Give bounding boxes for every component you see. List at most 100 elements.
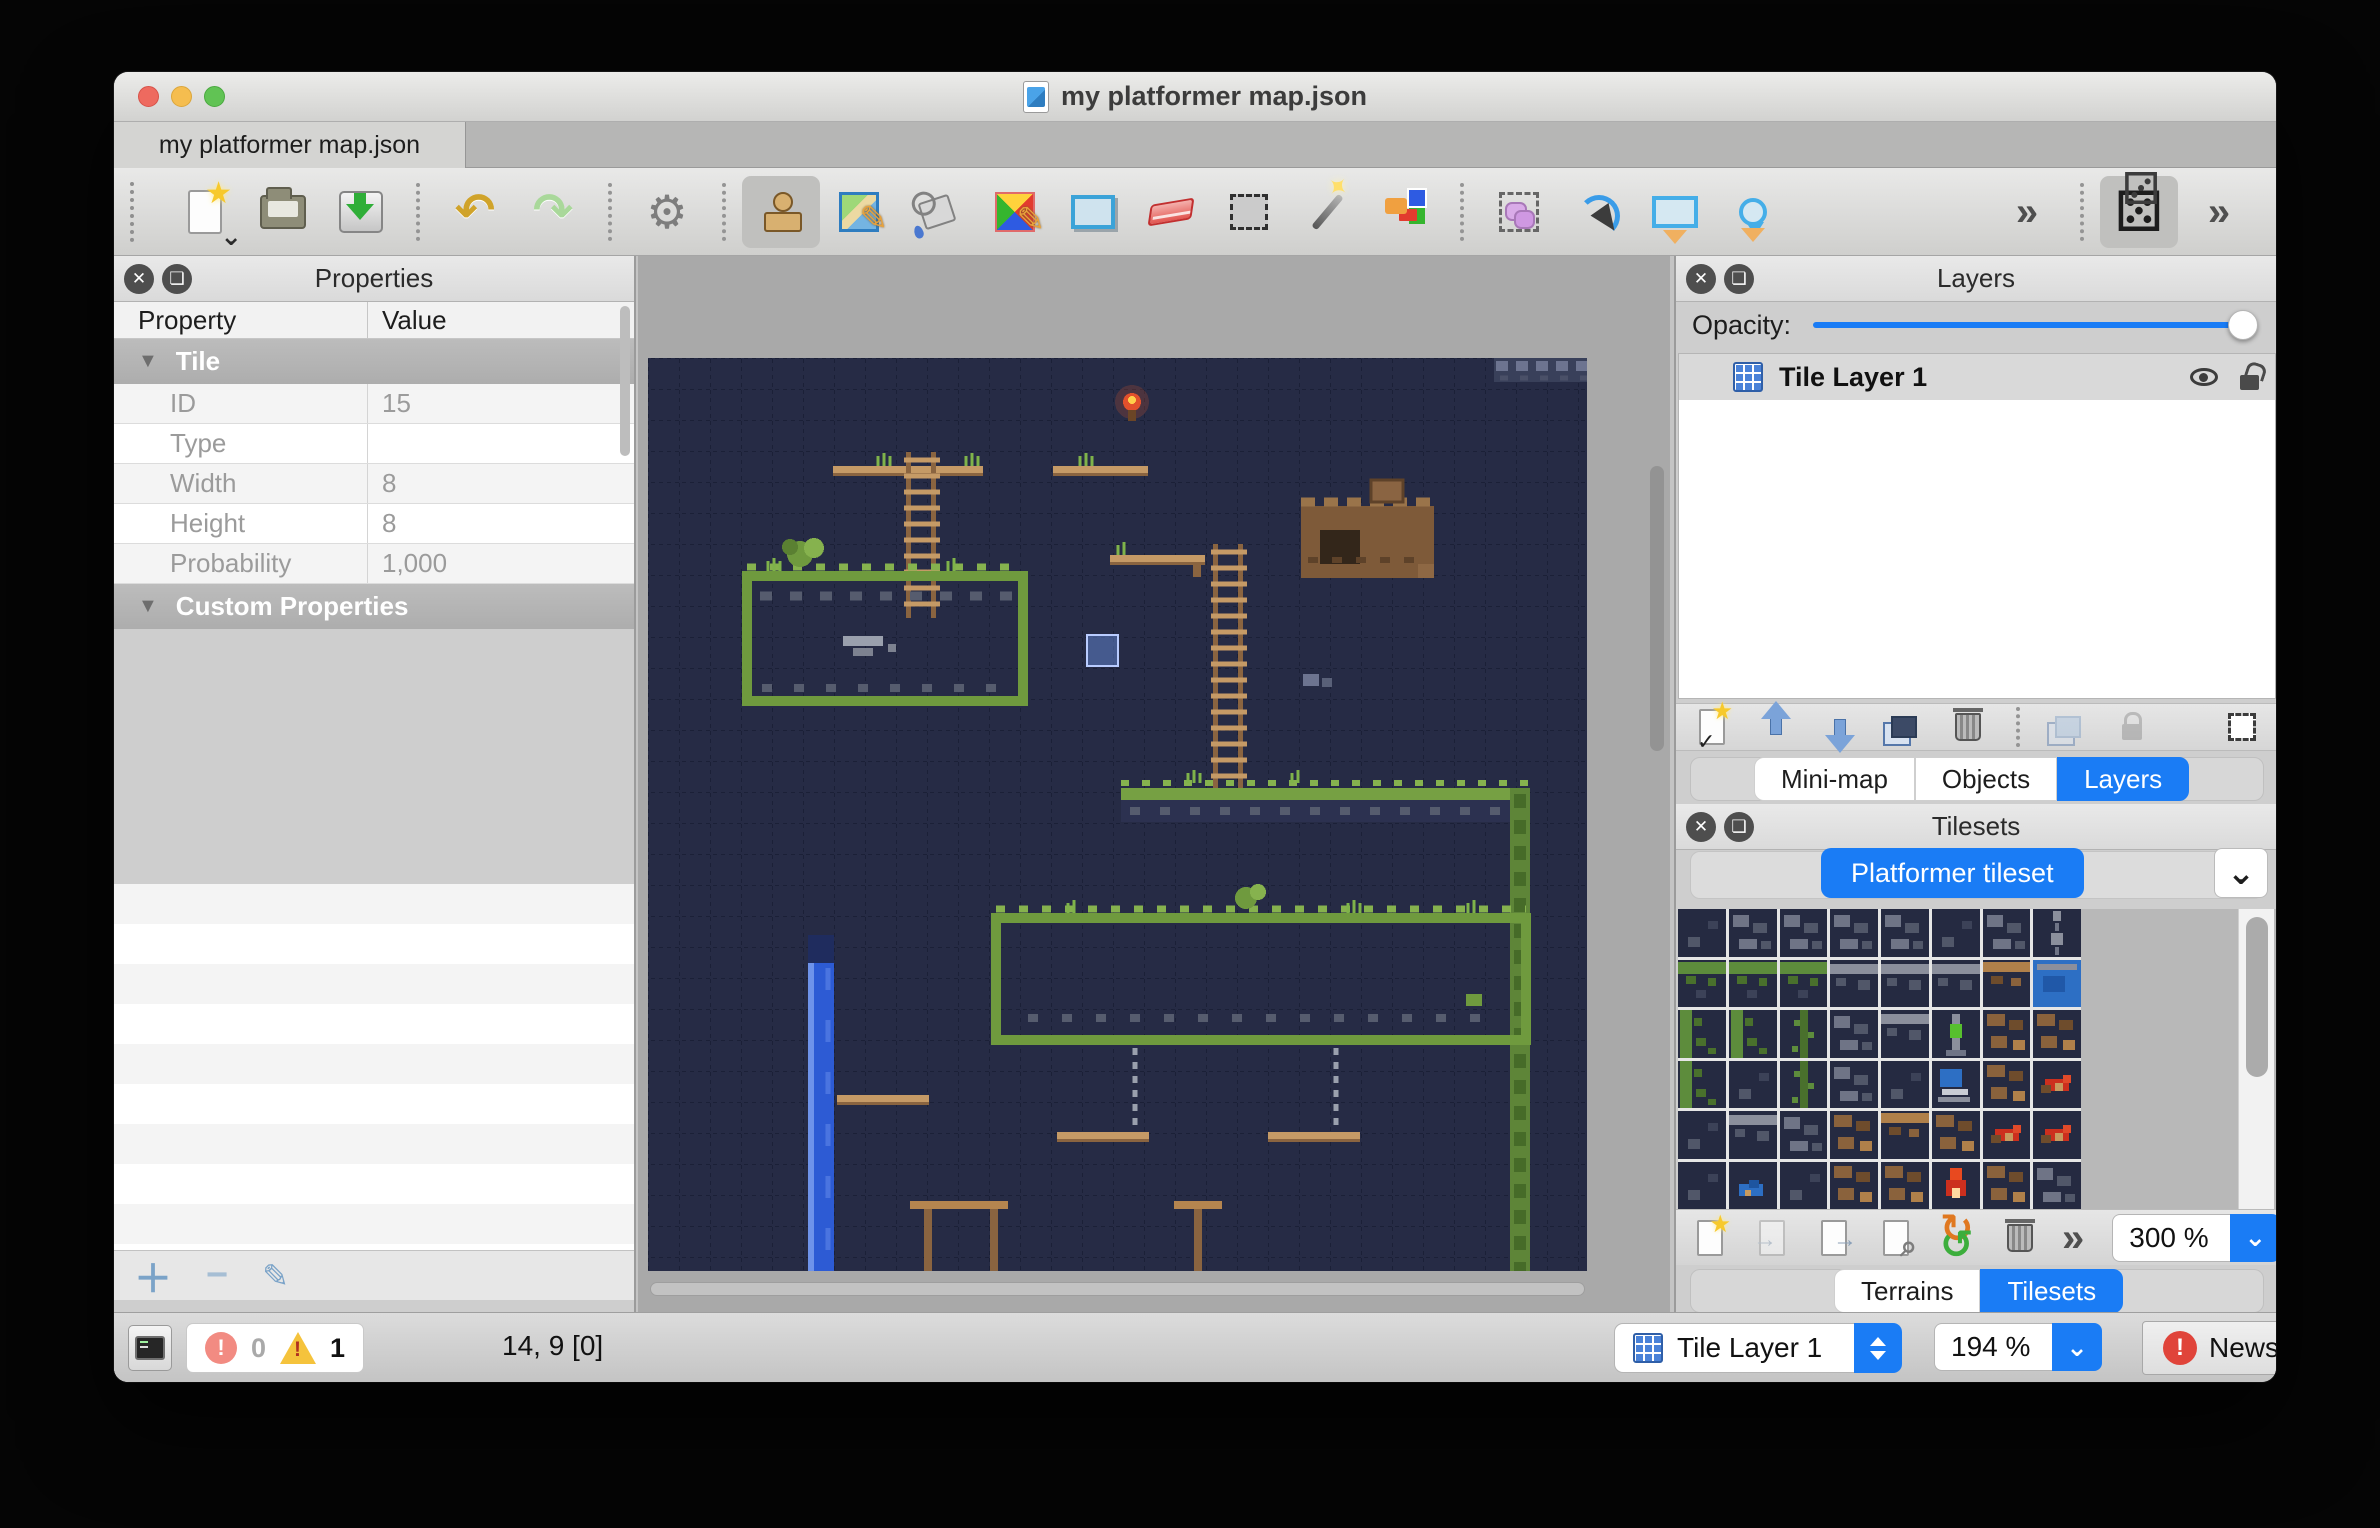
tool-same-tile-select[interactable] [1366, 176, 1444, 248]
tileset-tile[interactable] [1678, 1162, 1726, 1210]
map-canvas[interactable] [648, 358, 1587, 1271]
property-row[interactable]: Type [114, 424, 634, 464]
news-button[interactable]: ! News [2142, 1321, 2276, 1375]
tileset-tile[interactable] [1983, 1061, 2031, 1109]
tileset-tile[interactable] [1881, 1162, 1929, 1210]
tool-shape-fill[interactable] [976, 176, 1054, 248]
tileset-tile[interactable] [2033, 1061, 2081, 1109]
layer-visibility-icon[interactable] [2190, 368, 2218, 386]
tileset-tile[interactable] [1729, 1061, 1777, 1109]
tool-toolbar-overflow[interactable]: » [1986, 176, 2064, 248]
tileset-tile[interactable] [1881, 909, 1929, 957]
property-value[interactable] [367, 424, 634, 463]
tileset-tile[interactable] [1932, 909, 1980, 957]
float-panel-icon[interactable]: ❏ [1724, 812, 1754, 842]
tileset-tile[interactable] [1678, 909, 1726, 957]
tileset-tile[interactable] [1678, 1061, 1726, 1109]
tileset-view[interactable] [1678, 909, 2276, 1209]
raise-layer-button[interactable] [1756, 707, 1796, 747]
tileset-tile[interactable] [1830, 1162, 1878, 1210]
close-panel-icon[interactable]: ✕ [1686, 264, 1716, 294]
tool-magic-wand[interactable] [1288, 176, 1366, 248]
tileset-scrollbar[interactable] [2238, 909, 2274, 1209]
property-value[interactable]: 8 [367, 464, 634, 503]
tileset-tile[interactable] [1729, 1010, 1777, 1058]
minimize-window-button[interactable] [171, 86, 192, 107]
tileset-tile[interactable] [1881, 1061, 1929, 1109]
merge-layer-button[interactable] [2048, 707, 2088, 747]
close-panel-icon[interactable]: ✕ [124, 264, 154, 294]
map-zoom-combo[interactable]: 194 % ⌄ [1934, 1323, 2102, 1371]
tileset-tile[interactable] [1983, 1162, 2031, 1210]
console-button[interactable] [128, 1325, 172, 1371]
layer-stepper[interactable] [1854, 1323, 1902, 1373]
properties-scrollbar[interactable] [620, 306, 630, 456]
tileset-tile[interactable] [1678, 960, 1726, 1008]
opacity-slider[interactable] [1813, 322, 2254, 328]
remove-property-button[interactable]: − [206, 1254, 228, 1297]
close-panel-icon[interactable]: ✕ [1686, 812, 1716, 842]
add-property-button[interactable]: ＋ [134, 1248, 172, 1303]
tileset-tile[interactable] [1881, 960, 1929, 1008]
tool-rect-select[interactable] [1210, 176, 1288, 248]
tileset-tile[interactable] [1780, 960, 1828, 1008]
tileset-tile[interactable] [1729, 1111, 1777, 1159]
map-zoom-dropdown[interactable]: ⌄ [2052, 1323, 2102, 1371]
canvas-vertical-scrollbar[interactable] [1650, 466, 1664, 751]
tileset-tile[interactable] [1780, 1162, 1828, 1210]
tool-save-file[interactable] [322, 176, 400, 248]
tileset-tile[interactable] [1983, 1010, 2031, 1058]
tool-new-file[interactable] [166, 176, 244, 248]
tileset-tile[interactable] [1881, 1111, 1929, 1159]
tool-open-file[interactable] [244, 176, 322, 248]
property-group-tile[interactable]: ▼Tile [114, 339, 634, 384]
tileset-tile[interactable] [1932, 1010, 1980, 1058]
new-layer-button[interactable] [1692, 707, 1732, 747]
tileset-tile[interactable] [1830, 1010, 1878, 1058]
tool-insert-rectangle[interactable] [1636, 176, 1714, 248]
tileset-tile[interactable] [2033, 1111, 2081, 1159]
close-window-button[interactable] [138, 86, 159, 107]
tool-eraser[interactable] [1132, 176, 1210, 248]
property-value[interactable]: 8 [367, 504, 634, 543]
remove-tileset-button[interactable] [2000, 1218, 2040, 1258]
export-tileset-button[interactable] [1814, 1218, 1854, 1258]
map-view[interactable] [638, 256, 1670, 1312]
reload-tileset-button[interactable] [1938, 1218, 1978, 1258]
property-value[interactable]: 15 [367, 384, 634, 423]
tool-redo[interactable]: ↷ [514, 176, 592, 248]
tileset-menu-button[interactable]: ⌄ [2214, 848, 2268, 898]
tileset-tile[interactable] [1780, 1010, 1828, 1058]
tileset-tile[interactable] [1729, 1162, 1777, 1210]
edit-tileset-button[interactable] [1876, 1218, 1916, 1258]
tileset-tile[interactable] [1678, 1010, 1726, 1058]
tool-bucket-fill[interactable] [898, 176, 976, 248]
tab-tilesets[interactable]: Tilesets [1980, 1269, 2123, 1313]
duplicate-layer-button[interactable] [1884, 707, 1924, 747]
tool-edit-polygons[interactable] [1558, 176, 1636, 248]
tileset-overflow-icon[interactable]: » [2062, 1218, 2080, 1258]
lock-layer-button[interactable] [2112, 707, 2152, 747]
tool-undo[interactable]: ↶ [436, 176, 514, 248]
tileset-tile[interactable] [1830, 960, 1878, 1008]
float-panel-icon[interactable]: ❏ [162, 264, 192, 294]
tool-tools-overflow[interactable]: » [2178, 176, 2256, 248]
tileset-tile[interactable] [1830, 1061, 1878, 1109]
tab-mini-map[interactable]: Mini-map [1754, 757, 1915, 801]
tab-terrains[interactable]: Terrains [1834, 1269, 1980, 1313]
collapse-icon[interactable]: ▼ [138, 595, 158, 618]
layer-row[interactable]: Tile Layer 1 [1679, 354, 2275, 400]
tileset-zoom-value[interactable]: 300 % [2112, 1214, 2230, 1262]
tileset-tab[interactable]: Platformer tileset [1821, 848, 2084, 898]
tileset-tile[interactable] [1729, 909, 1777, 957]
property-row[interactable]: Width8 [114, 464, 634, 504]
current-layer-combo[interactable]: Tile Layer 1 [1614, 1323, 1902, 1373]
float-panel-icon[interactable]: ❏ [1724, 264, 1754, 294]
tileset-tile[interactable] [1983, 1111, 2031, 1159]
lower-layer-button[interactable] [1820, 707, 1860, 747]
map-zoom-value[interactable]: 194 % [1934, 1323, 2052, 1371]
tileset-tile[interactable] [1983, 909, 2031, 957]
zoom-window-button[interactable] [204, 86, 225, 107]
tileset-tile[interactable] [1830, 909, 1878, 957]
tab-objects[interactable]: Objects [1915, 757, 2057, 801]
